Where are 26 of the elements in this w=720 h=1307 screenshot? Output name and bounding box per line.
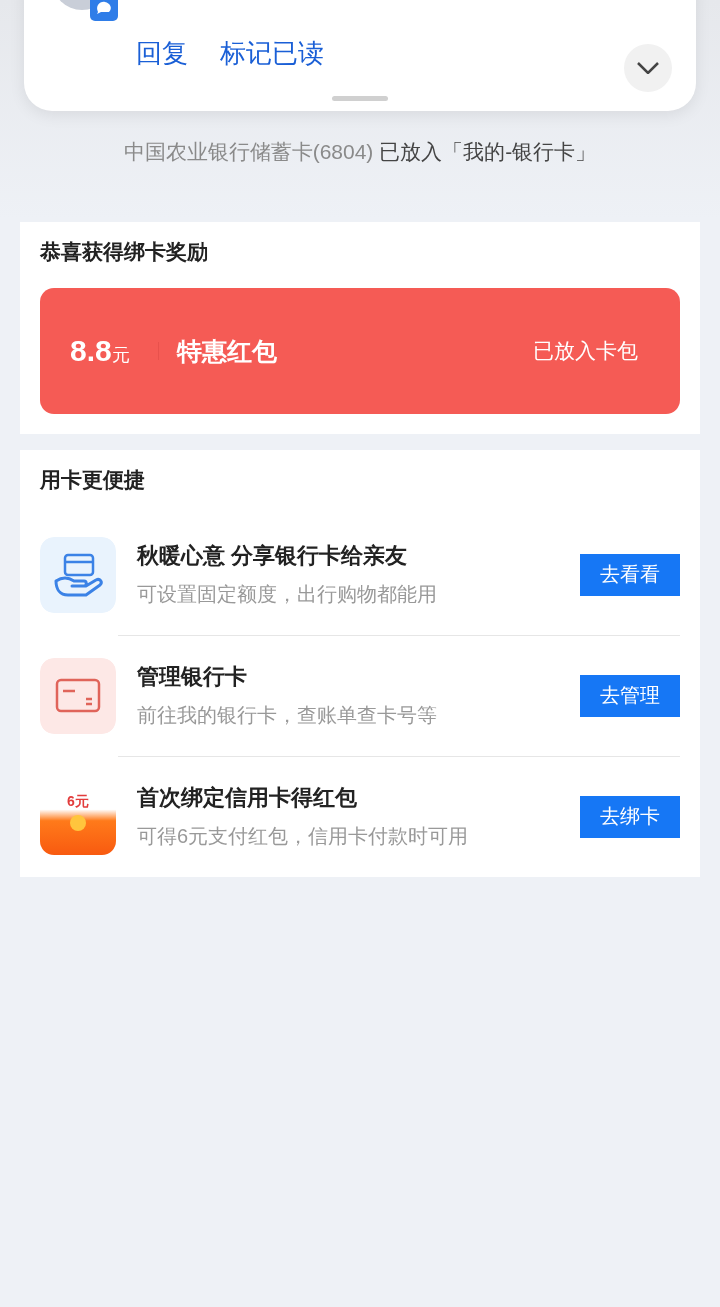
card-hand-icon bbox=[40, 536, 116, 613]
item-title: 管理银行卡 bbox=[137, 663, 248, 691]
item-subtitle: 可设置固定额度，出行购物都能用 bbox=[137, 582, 438, 607]
chevron-down-icon bbox=[637, 62, 659, 74]
expand-button[interactable] bbox=[624, 44, 672, 92]
drag-handle[interactable] bbox=[332, 96, 388, 101]
item-title: 秋暖心意 分享银行卡给亲友 bbox=[137, 542, 409, 570]
coupon-card[interactable]: 8.8元 特惠红包 已放入卡包 bbox=[40, 288, 680, 414]
item-subtitle: 前往我的银行卡，查账单查卡号等 bbox=[137, 703, 438, 728]
item-title: 首次绑定信用卡得红包 bbox=[137, 784, 358, 812]
coupon-name: 特惠红包 bbox=[176, 335, 278, 367]
coin-icon bbox=[70, 814, 86, 831]
action-link[interactable]: 标记已读 bbox=[220, 36, 324, 71]
packet-amount: 6元 bbox=[66, 792, 90, 811]
card-name: 中国农业银行储蓄卡(6804) bbox=[123, 140, 374, 163]
section-title: 恭喜获得绑卡奖励 bbox=[40, 239, 209, 265]
item-subtitle: 可得6元支付红包，信用卡付款时可用 bbox=[137, 824, 470, 849]
action-button[interactable]: 去看看 bbox=[580, 553, 680, 596]
coupon-amount: 8.8元 bbox=[70, 334, 130, 368]
section-title: 用卡更便捷 bbox=[40, 467, 146, 493]
action-button[interactable]: 去管理 bbox=[580, 674, 680, 717]
coupon-status: 已放入卡包 bbox=[533, 338, 638, 364]
action-link[interactable]: 回复 bbox=[136, 36, 188, 71]
action-button[interactable]: 去绑卡 bbox=[580, 795, 680, 838]
credit-card-icon bbox=[40, 657, 116, 734]
card-status: 已放入「我的-银行卡」 bbox=[379, 140, 597, 163]
